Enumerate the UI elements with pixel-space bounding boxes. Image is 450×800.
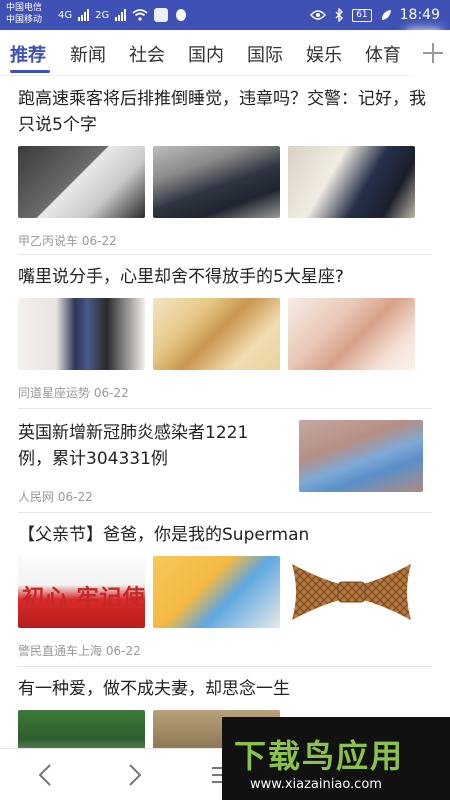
tab-domestic[interactable]: 国内 <box>188 41 224 67</box>
status-bar: 中国电信 中国移动 4G 2G 61 18:49 <box>0 0 450 30</box>
article-images <box>18 146 432 218</box>
thumbnail <box>153 556 280 628</box>
thumbnail <box>288 146 415 218</box>
article-item[interactable]: 嘴里说分手，心里却舍不得放手的5大星座? 同道星座运势 06-22 <box>18 264 432 401</box>
article-meta: 甲乙丙说车 06-22 <box>18 232 432 249</box>
thumbnail <box>288 556 415 628</box>
watermark-brand: 下载鸟应用 <box>234 737 405 775</box>
article-item[interactable]: 英国新增新冠肺炎感染者1221例，累计304331例 人民网 06-22 <box>18 420 432 505</box>
network-indicators: 4G 2G <box>58 7 188 23</box>
active-tab-indicator <box>10 70 50 73</box>
carrier-2: 中国移动 <box>6 15 43 25</box>
article-images <box>18 298 432 370</box>
thumbnail <box>18 298 145 370</box>
tab-recommend[interactable]: 推荐 <box>10 41 46 67</box>
forward-icon[interactable] <box>120 761 148 789</box>
net-type-1: 4G <box>58 9 73 21</box>
thumbnail <box>299 420 423 492</box>
divider <box>18 408 432 409</box>
leaf-icon <box>381 10 391 20</box>
divider <box>18 512 432 513</box>
tab-society[interactable]: 社会 <box>129 41 165 67</box>
thumbnail <box>153 298 280 370</box>
bow-tie-icon <box>292 564 411 620</box>
carrier-1: 中国电信 <box>6 3 43 13</box>
battery-indicator: 61 <box>352 8 372 22</box>
article-title: 跑高速乘客将后排推倒睡觉，违章吗？交警：记好，我只说5个字 <box>18 89 426 135</box>
signal-icon-2 <box>115 9 127 21</box>
article-date: 06-22 <box>81 234 117 248</box>
article-title: 【父亲节】爸爸，你是我的Superman <box>18 525 310 545</box>
article-item[interactable]: 【父亲节】爸爸，你是我的Superman 初心 牢记使 警民直通车上海 06-2… <box>18 522 432 659</box>
qq-icon <box>176 9 187 21</box>
carrier-labels: 中国电信 中国移动 <box>6 2 42 26</box>
thumbnail <box>153 146 280 218</box>
article-date: 06-22 <box>93 386 129 400</box>
status-right: 61 18:49 <box>310 5 440 25</box>
article-title: 有一种爱，做不成夫妻，却思念一生 <box>18 679 290 699</box>
divider <box>18 666 432 667</box>
thumbnail <box>288 298 415 370</box>
tab-news[interactable]: 新闻 <box>70 41 106 67</box>
article-source: 人民网 <box>18 490 55 504</box>
tab-entertainment[interactable]: 娱乐 <box>306 41 342 67</box>
divider <box>18 254 432 255</box>
clock: 18:49 <box>399 7 440 23</box>
wifi-icon <box>132 9 148 21</box>
back-icon[interactable] <box>32 761 60 789</box>
watermark-url: www.xiazainiao.com <box>250 777 382 792</box>
article-source: 同道星座运势 <box>18 386 91 400</box>
tab-sports[interactable]: 体育 <box>365 41 401 67</box>
add-channel-button[interactable] <box>414 30 450 76</box>
category-tabs: 推荐 新闻 社会 国内 国际 娱乐 体育 <box>0 30 450 76</box>
article-source: 甲乙丙说车 <box>18 234 79 248</box>
article-images: 初心 牢记使 <box>18 556 432 628</box>
thumbnail <box>18 146 145 218</box>
signal-icon <box>78 9 90 21</box>
add-icon <box>423 43 443 63</box>
article-date: 06-22 <box>57 490 93 504</box>
watermark: 下载鸟应用 www.xiazainiao.com <box>222 717 450 800</box>
net-type-2: 2G <box>95 9 110 21</box>
article-meta: 同道星座运势 06-22 <box>18 384 432 401</box>
article-item[interactable]: 跑高速乘客将后排推倒睡觉，违章吗？交警：记好，我只说5个字 甲乙丙说车 06-2… <box>18 86 432 249</box>
article-title: 嘴里说分手，心里却舍不得放手的5大星座? <box>18 267 344 287</box>
tab-international[interactable]: 国际 <box>247 41 283 67</box>
article-title: 英国新增新冠肺炎感染者1221例，累计304331例 <box>18 423 249 469</box>
thumbnail: 初心 牢记使 <box>18 556 145 628</box>
app-notification-icon <box>154 8 169 22</box>
eye-icon <box>310 10 327 20</box>
article-source: 警民直通车上海 <box>18 644 103 658</box>
article-date: 06-22 <box>105 644 141 658</box>
bluetooth-icon <box>335 8 344 22</box>
thumbnail-caption: 初心 牢记使 <box>22 586 145 611</box>
article-meta: 警民直通车上海 06-22 <box>18 642 432 659</box>
